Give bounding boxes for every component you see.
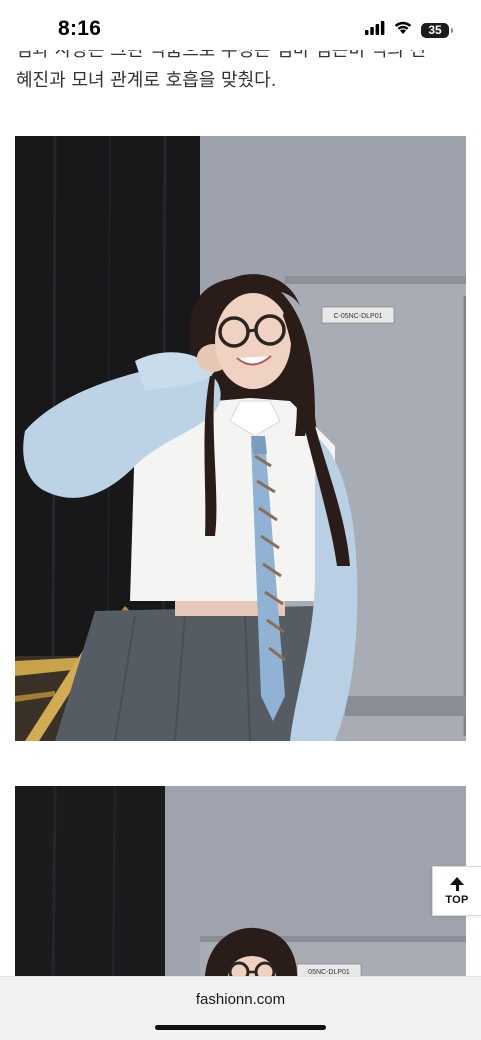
scroll-top-label: TOP [445, 893, 469, 906]
article-photo-2[interactable]: 05NC-DLP01 [15, 786, 466, 986]
status-bar: 8:16 35 [0, 0, 481, 50]
door-label-2: 05NC-DLP01 [308, 969, 350, 976]
arrow-up-icon [450, 876, 464, 885]
door-label-1: C-05NC-DLP01 [333, 313, 382, 320]
article-text: 엄과 사랑은 그린 덕품으로 우정은 엄마 엄은비 역의 진 혜진과 모녀 관계… [16, 42, 466, 97]
wifi-icon [393, 20, 413, 40]
status-time: 8:16 [58, 17, 102, 40]
browser-address-bar[interactable]: fashionn.com [0, 976, 481, 1040]
status-icons: 35 [365, 20, 453, 40]
article-line: 혜진과 모녀 관계로 호흡을 맞췄다. [16, 70, 277, 91]
photo-woman-glasses-school-uniform: C-05NC-DLP01 [15, 136, 466, 741]
article-photo-1[interactable]: C-05NC-DLP01 [15, 136, 466, 741]
battery-icon: 35 [421, 22, 453, 38]
home-indicator [155, 1025, 326, 1030]
address-url[interactable]: fashionn.com [0, 991, 481, 1008]
screen: 8:16 35 엄과 사랑은 그린 덕품으로 우정은 엄마 엄은비 역의 진 혜… [0, 0, 481, 1040]
cellular-signal-icon [365, 20, 385, 40]
arrow-up-shaft [455, 884, 459, 891]
photo-woman-glasses-partial: 05NC-DLP01 [15, 786, 466, 986]
scroll-top-button[interactable]: TOP [432, 866, 481, 916]
